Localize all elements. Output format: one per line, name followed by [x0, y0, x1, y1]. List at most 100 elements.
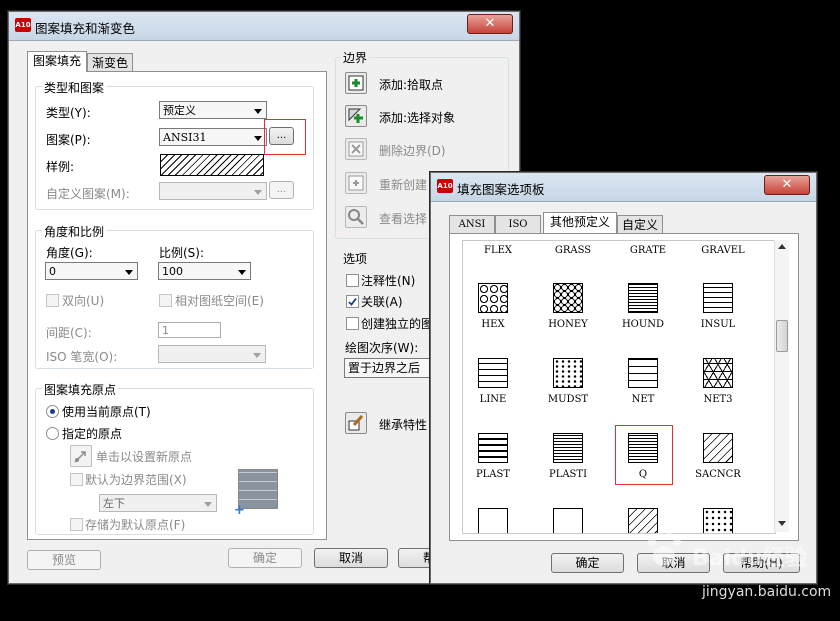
add-pick-points-button[interactable]	[345, 72, 367, 94]
insul-pattern-swatch[interactable]	[703, 283, 733, 313]
cancel-button[interactable]: 取消	[314, 548, 388, 568]
tab-iso[interactable]: ISO	[495, 215, 541, 234]
scroll-down-icon[interactable]	[778, 521, 786, 526]
remove-boundary-icon	[348, 141, 364, 157]
pattern-swatch-next-row[interactable]	[478, 508, 508, 533]
type-select[interactable]: 预定义	[159, 101, 267, 119]
pattern-label-honey: HONEY	[548, 319, 588, 330]
magnifier-icon	[348, 209, 364, 225]
use-current-origin-label: 使用当前原点(T)	[62, 405, 151, 419]
custom-pattern-label: 自定义图案(M):	[46, 187, 130, 201]
chevron-down-icon	[254, 136, 262, 141]
origin-marker-icon: +	[234, 503, 245, 518]
default-extents-checkbox	[70, 473, 83, 486]
angle-select[interactable]: 0	[45, 262, 138, 280]
view-selection-button	[345, 206, 367, 228]
pattern-label-hound: HOUND	[621, 319, 665, 330]
tab-ansi[interactable]: ANSI	[449, 215, 495, 234]
sacncr-pattern-swatch[interactable]	[703, 433, 733, 463]
swatch-label: 样例:	[46, 160, 75, 174]
add-select-objects-button[interactable]	[345, 105, 367, 127]
pattern-label-plasti: PLASTI	[548, 469, 588, 480]
annotative-label: 注释性(N)	[361, 274, 416, 288]
net-pattern-swatch[interactable]	[628, 358, 658, 388]
pattern-scrollbar[interactable]	[774, 240, 789, 532]
associative-label: 关联(A)	[361, 295, 403, 309]
add-pick-points-label[interactable]: 添加:拾取点	[379, 76, 443, 93]
pick-point-icon	[348, 75, 364, 91]
scroll-thumb[interactable]	[776, 320, 788, 352]
palette-ok-button[interactable]: 确定	[551, 553, 624, 573]
scroll-up-icon[interactable]	[778, 244, 786, 249]
chevron-down-icon	[254, 190, 262, 195]
options-group-label: 选项	[343, 252, 368, 266]
spacing-input: 1	[158, 322, 221, 338]
hatch-palette-dialog: A10 填充图案选项板 ✕ ANSI ISO 其他预定义 自定义 FLEX GRA…	[430, 172, 817, 584]
pattern-swatch-next-row[interactable]	[553, 508, 583, 533]
check-icon	[348, 297, 357, 306]
pattern-label-line: LINE	[479, 394, 507, 405]
specified-origin-radio[interactable]	[46, 427, 59, 440]
palette-close-button[interactable]: ✕	[764, 175, 810, 195]
default-extents-label: 默认为边界范围(X)	[85, 473, 187, 487]
pattern-label-flex: FLEX	[484, 245, 512, 256]
watermark-url: jingyan.baidu.com	[702, 584, 832, 600]
main-dialog-title: 图案填充和渐变色	[35, 21, 136, 36]
main-close-button[interactable]: ✕	[467, 14, 513, 34]
palette-titlebar[interactable]: A10 填充图案选项板 ✕	[431, 173, 816, 202]
tab-gradient[interactable]: 渐变色	[87, 53, 133, 72]
independent-hatch-label: 创建独立的图	[361, 317, 434, 331]
angle-label: 角度(G):	[46, 246, 93, 260]
hound-pattern-swatch[interactable]	[628, 283, 658, 313]
remove-boundary-button	[345, 138, 367, 160]
pattern-label-mudst: MUDST	[547, 394, 589, 405]
store-default-checkbox	[70, 518, 83, 531]
type-label: 类型(Y):	[46, 106, 91, 120]
tab-other-predefined[interactable]: 其他预定义	[543, 212, 617, 233]
hatch-swatch[interactable]	[160, 154, 264, 176]
autocad-app-icon: A10	[437, 179, 453, 193]
hex-pattern-swatch[interactable]	[478, 283, 508, 313]
plasti-pattern-swatch[interactable]	[553, 433, 583, 463]
type-pattern-group-label: 类型和图案	[42, 79, 107, 96]
mudst-pattern-swatch[interactable]	[553, 358, 583, 388]
pattern-grid: FLEX GRASS GRATE GRAVEL HEX HONEY HOUND INSUL LI…	[462, 240, 776, 534]
baidu-watermark: Baidu经验	[640, 530, 830, 571]
main-titlebar[interactable]: A10 图案填充和渐变色 ✕	[9, 12, 519, 41]
annotative-checkbox[interactable]	[346, 274, 359, 287]
preview-button: 预览	[27, 550, 101, 570]
tab-custom[interactable]: 自定义	[617, 215, 663, 234]
tab-hatch[interactable]: 图案填充	[27, 51, 87, 72]
chevron-down-icon	[238, 270, 246, 275]
add-select-objects-label[interactable]: 添加:选择对象	[379, 109, 455, 126]
remove-boundary-label: 删除边界(D)	[379, 144, 446, 158]
plast-pattern-swatch[interactable]	[478, 433, 508, 463]
pattern-select-value: ANSI31	[163, 131, 207, 144]
selected-pattern-highlight	[615, 425, 673, 485]
inherit-brush-icon	[348, 415, 364, 431]
scale-label: 比例(S):	[159, 246, 205, 260]
spacing-label: 间距(C):	[46, 326, 92, 340]
pattern-label-net3: NET3	[703, 394, 733, 405]
scale-select[interactable]: 100	[158, 262, 251, 280]
pattern-label-hex: HEX	[481, 319, 505, 330]
baidu-logo-text: Baidu经验	[692, 546, 807, 571]
independent-hatch-checkbox[interactable]	[346, 317, 359, 330]
relative-paper-label: 相对图纸空间(E)	[175, 294, 264, 308]
draw-order-select[interactable]: 置于边界之后	[344, 358, 444, 378]
associative-checkbox[interactable]	[346, 295, 359, 308]
angle-scale-group-label: 角度和比例	[42, 223, 107, 240]
inherit-properties-label[interactable]: 继承特性	[379, 416, 427, 433]
select-objects-icon	[348, 108, 363, 123]
honey-pattern-swatch[interactable]	[553, 283, 583, 313]
recreate-boundary-icon	[348, 175, 364, 191]
use-current-origin-radio[interactable]	[46, 405, 59, 418]
pattern-label: 图案(P):	[46, 133, 91, 147]
set-origin-button	[70, 445, 92, 467]
click-set-origin-label: 单击以设置新原点	[96, 450, 193, 464]
line-pattern-swatch[interactable]	[478, 358, 508, 388]
pattern-select[interactable]: ANSI31	[159, 128, 267, 146]
inherit-properties-button[interactable]	[345, 412, 367, 434]
net3-pattern-swatch[interactable]	[703, 358, 733, 388]
origin-group-label: 图案填充原点	[42, 381, 119, 398]
